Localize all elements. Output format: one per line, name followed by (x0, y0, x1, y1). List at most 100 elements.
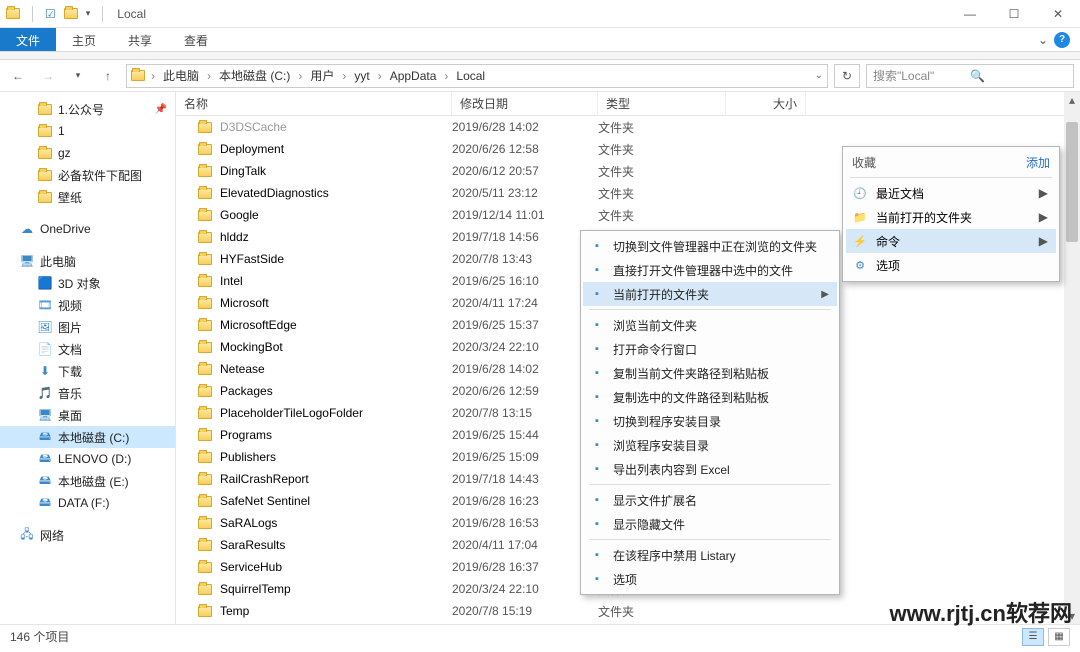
menu-label: 显示隐藏文件 (613, 516, 685, 533)
up-button[interactable]: ↑ (96, 64, 120, 88)
menu-item[interactable]: ▪切换到文件管理器中正在浏览的文件夹 (583, 234, 837, 258)
scroll-up-icon[interactable]: ▴ (1064, 92, 1080, 108)
breadcrumb[interactable]: AppData (388, 69, 439, 83)
file-date: 2020/6/12 20:57 (452, 164, 598, 178)
view-icons-button[interactable]: ▦ (1048, 628, 1070, 646)
menu-item[interactable]: ▪显示文件扩展名 (583, 488, 837, 512)
menu-item[interactable]: ▪复制选中的文件路径到粘贴板 (583, 385, 837, 409)
titlebar: ☑ ▾ Local ― ☐ ✕ (0, 0, 1080, 28)
folder-icon (198, 364, 212, 375)
col-name[interactable]: 名称 (176, 92, 452, 115)
tree-pc-item[interactable]: 📄文档 (0, 338, 175, 360)
file-name: SaraResults (220, 538, 285, 552)
tree-pc-item[interactable]: 🖥桌面 (0, 404, 175, 426)
chevron-right-icon[interactable]: › (149, 69, 157, 83)
add-link[interactable]: 添加 (1026, 154, 1050, 171)
tree-pc-item[interactable]: 🖴本地磁盘 (E:) (0, 470, 175, 492)
ribbon-tab-view[interactable]: 查看 (168, 28, 224, 51)
tree-pc-item[interactable]: 🎵音乐 (0, 382, 175, 404)
breadcrumb[interactable]: yyt (352, 69, 371, 83)
back-button[interactable]: ← (6, 64, 30, 88)
breadcrumb[interactable]: 本地磁盘 (C:) (217, 67, 292, 84)
search-placeholder: 搜索"Local" (873, 67, 970, 84)
menu-item[interactable]: ▪直接打开文件管理器中选中的文件 (583, 258, 837, 282)
tree-pc-item[interactable]: 🖴DATA (F:) (0, 492, 175, 514)
col-size[interactable]: 大小 (726, 92, 806, 115)
menu-item[interactable]: ▪导出列表内容到 Excel (583, 457, 837, 481)
search-input[interactable]: 搜索"Local" 🔍 (866, 64, 1074, 88)
file-date: 2019/6/25 15:44 (452, 428, 598, 442)
ribbon-tab-home[interactable]: 主页 (56, 28, 112, 51)
breadcrumb[interactable]: Local (454, 69, 487, 83)
col-type[interactable]: 类型 (598, 92, 726, 115)
dropdown-icon[interactable]: ▾ (86, 8, 91, 19)
panel-item[interactable]: 📁当前打开的文件夹▶ (846, 205, 1056, 229)
folder-icon (131, 70, 145, 81)
tree-pc-item[interactable]: 🟦3D 对象 (0, 272, 175, 294)
chevron-down-icon[interactable]: ⌄ (815, 70, 823, 81)
recent-dropdown[interactable]: ▾ (66, 64, 90, 88)
tree-quick-item[interactable]: gz (0, 142, 175, 164)
forward-button[interactable]: → (36, 64, 60, 88)
chevron-down-icon[interactable]: ⌄ (1038, 33, 1048, 47)
minimize-button[interactable]: ― (948, 0, 992, 28)
scrollbar[interactable]: ▴ ▾ (1064, 92, 1080, 624)
chevron-right-icon: ▶ (1039, 186, 1048, 200)
tree-quick-item[interactable]: 壁纸 (0, 186, 175, 208)
menu-item[interactable]: ▪在该程序中禁用 Listary (583, 543, 837, 567)
close-button[interactable]: ✕ (1036, 0, 1080, 28)
breadcrumb[interactable]: 用户 (308, 67, 336, 84)
tree-pc-item[interactable]: ⬇下载 (0, 360, 175, 382)
help-icon[interactable]: ? (1054, 32, 1070, 48)
drive-icon: 🖥 (38, 408, 52, 422)
folder-icon[interactable] (64, 8, 78, 19)
chevron-right-icon[interactable]: › (296, 69, 304, 83)
search-icon[interactable]: 🔍 (970, 69, 1067, 83)
tree-pc-item[interactable]: 🖴LENOVO (D:) (0, 448, 175, 470)
panel-item[interactable]: ⚡命令▶ (846, 229, 1056, 253)
file-date: 2019/6/28 16:37 (452, 560, 598, 574)
tree-quick-item[interactable]: 必备软件下配图 (0, 164, 175, 186)
tree-quick-item[interactable]: 1.公众号📌 (0, 98, 175, 120)
tree-quick-item[interactable]: 1 (0, 120, 175, 142)
tree-pc-item[interactable]: 🖼图片 (0, 316, 175, 338)
tree-network[interactable]: 🖧 网络 (0, 524, 175, 546)
chevron-right-icon[interactable]: › (340, 69, 348, 83)
tree-label: DATA (F:) (58, 496, 110, 510)
file-name: Programs (220, 428, 272, 442)
file-date: 2019/6/28 14:02 (452, 120, 598, 134)
ribbon-tab-share[interactable]: 共享 (112, 28, 168, 51)
tree-pc-item[interactable]: 🖴本地磁盘 (C:) (0, 426, 175, 448)
menu-item[interactable]: ▪打开命令行窗口 (583, 337, 837, 361)
col-date[interactable]: 修改日期 (452, 92, 598, 115)
checkbox-icon[interactable]: ☑ (45, 7, 56, 21)
maximize-button[interactable]: ☐ (992, 0, 1036, 28)
divider (32, 6, 33, 22)
breadcrumb[interactable]: 此电脑 (161, 67, 201, 84)
refresh-button[interactable]: ↻ (834, 64, 860, 88)
menu-item[interactable]: ▪切换到程序安装目录 (583, 409, 837, 433)
chevron-right-icon[interactable]: › (376, 69, 384, 83)
menu-item[interactable]: ▪当前打开的文件夹▶ (583, 282, 837, 306)
drive-icon: 🟦 (38, 276, 52, 290)
menu-item[interactable]: ▪选项 (583, 567, 837, 591)
chevron-right-icon[interactable]: › (205, 69, 213, 83)
menu-item[interactable]: ▪复制当前文件夹路径到粘贴板 (583, 361, 837, 385)
address-bar[interactable]: › 此电脑 › 本地磁盘 (C:) › 用户 › yyt › AppData ›… (126, 64, 828, 88)
table-row[interactable]: D3DSCache2019/6/28 14:02文件夹 (176, 116, 1080, 138)
tree-thispc[interactable]: 🖥 此电脑 (0, 250, 175, 272)
file-date: 2020/3/24 22:10 (452, 582, 598, 596)
tree-onedrive[interactable]: ☁ OneDrive (0, 218, 175, 240)
tree-pc-item[interactable]: 🎞视频 (0, 294, 175, 316)
menu-item[interactable]: ▪浏览当前文件夹 (583, 313, 837, 337)
view-details-button[interactable]: ☰ (1022, 628, 1044, 646)
file-date: 2019/7/18 14:43 (452, 472, 598, 486)
chevron-right-icon[interactable]: › (442, 69, 450, 83)
menu-item[interactable]: ▪浏览程序安装目录 (583, 433, 837, 457)
scroll-thumb[interactable] (1066, 122, 1078, 242)
menu-item[interactable]: ▪显示隐藏文件 (583, 512, 837, 536)
ribbon-tab-file[interactable]: 文件 (0, 28, 56, 51)
panel-item[interactable]: 🕘最近文档▶ (846, 181, 1056, 205)
menu-label: 导出列表内容到 Excel (613, 461, 730, 478)
panel-item[interactable]: ⚙选项 (846, 253, 1056, 277)
